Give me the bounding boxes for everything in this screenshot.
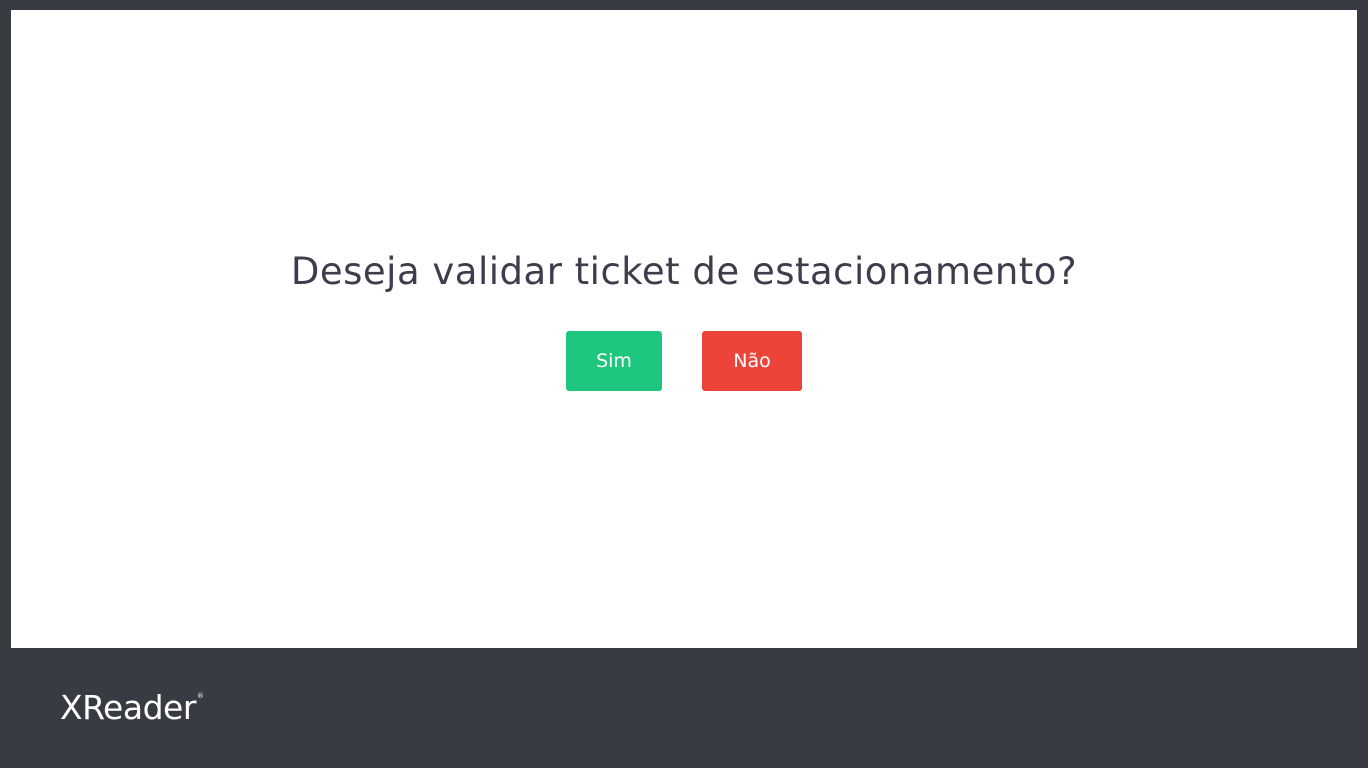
brand-logo: XReader®	[60, 688, 204, 727]
kiosk-screen: Deseja validar ticket de estacionamento?…	[0, 0, 1368, 768]
brand-name: XReader	[60, 688, 196, 727]
registered-mark: ®	[196, 692, 204, 700]
no-button[interactable]: Não	[702, 331, 802, 391]
yes-button[interactable]: Sim	[566, 331, 662, 391]
dialog-panel: Deseja validar ticket de estacionamento?…	[11, 10, 1357, 648]
footer-bar: XReader®	[0, 648, 1368, 768]
question-text: Deseja validar ticket de estacionamento?	[290, 250, 1078, 293]
